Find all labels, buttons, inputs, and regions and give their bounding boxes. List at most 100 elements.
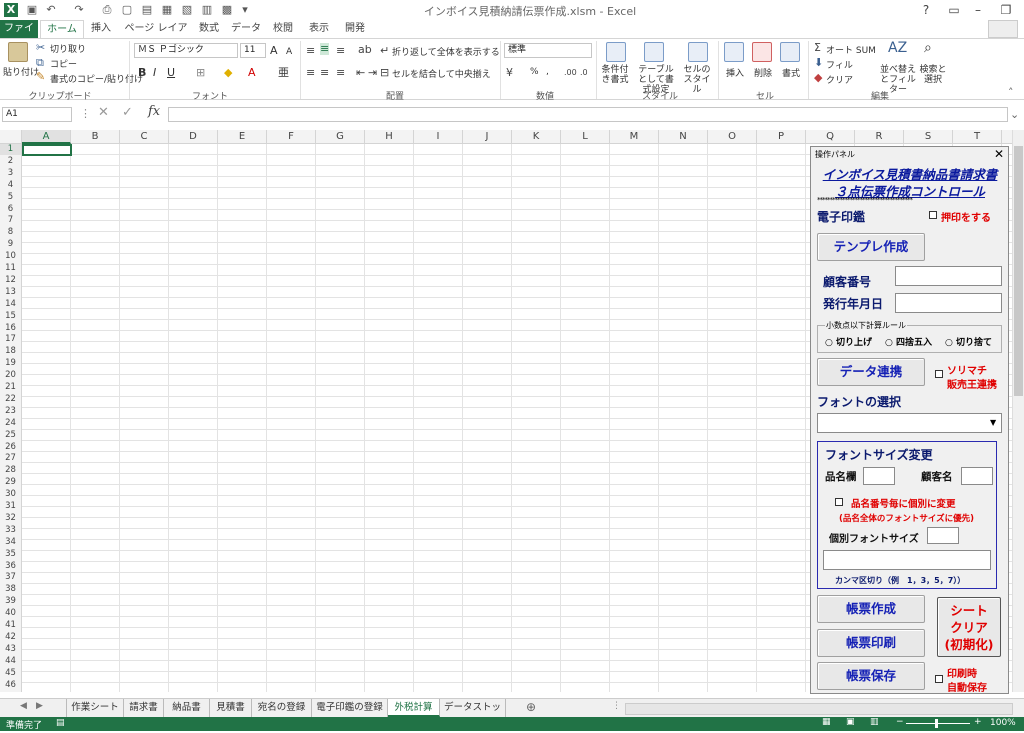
column-header[interactable]: C [120,130,169,144]
row-header[interactable]: 15 [0,311,21,322]
align-center-icon[interactable]: ≡ [320,67,329,79]
decrease-decimal-icon[interactable]: .0 [580,67,588,79]
increase-indent-icon[interactable]: ⇥ [368,67,377,79]
grow-font-icon[interactable]: A [270,45,278,57]
new-icon[interactable]: ▢ [120,3,134,17]
delete-cells-button[interactable]: 削除 [754,66,772,79]
sheet-tab[interactable]: データストック [440,699,506,730]
column-header[interactable]: S [904,130,953,144]
fill-color-icon[interactable]: ◆ [224,67,232,79]
folder-icon[interactable]: ▦ [160,3,174,17]
print-preview-icon[interactable]: ⎙ [100,3,114,17]
row-header[interactable]: 43 [0,644,21,655]
column-header[interactable]: E [218,130,267,144]
normal-view-icon[interactable]: ▦ [822,717,831,727]
column-header[interactable]: L [561,130,610,144]
tab-insert[interactable]: 挿入 [86,20,116,38]
font-name-select[interactable]: ＭＳ Ｐゴシック [134,43,238,58]
copy-doc-icon[interactable]: ▧ [180,3,194,17]
template-create-button[interactable]: テンプレ作成 [817,233,925,261]
stamp-checkbox[interactable] [929,211,937,219]
close-icon[interactable]: ✕ [994,147,1004,161]
row-header[interactable]: 4 [0,180,21,191]
tab-view[interactable]: 表示 [304,20,334,38]
select-all-corner[interactable] [0,130,22,144]
column-header[interactable]: M [610,130,659,144]
tab-data[interactable]: データ [230,20,262,38]
orientation-icon[interactable]: ab [358,44,372,56]
table-icon[interactable]: ▩ [220,3,234,17]
row-header[interactable]: 10 [0,251,21,262]
sheet-tab[interactable]: 見積書 [210,699,252,717]
phonetic-icon[interactable]: 亜 [278,67,289,79]
undo-icon[interactable]: ↶ [44,3,58,17]
paste-button[interactable]: 貼り付け [3,65,39,78]
sheet-clear-button[interactable]: シート クリア (初期化) [937,597,1001,657]
row-header[interactable]: 5 [0,192,21,203]
font-select-dropdown[interactable]: ▼ [817,413,1002,433]
currency-icon[interactable]: ¥ [506,67,513,79]
row-header[interactable]: 27 [0,453,21,464]
form-create-button[interactable]: 帳票作成 [817,595,925,623]
row-header[interactable]: 45 [0,668,21,679]
column-header[interactable]: R [855,130,904,144]
row-header[interactable]: 38 [0,584,21,595]
number-format-select[interactable]: 標準 [504,43,592,58]
copy-button[interactable]: コピー [50,57,77,70]
name-box[interactable]: A1 [2,107,72,122]
underline-icon[interactable]: U [167,67,175,79]
column-header[interactable]: J [463,130,512,144]
row-header[interactable]: 24 [0,418,21,429]
prev-sheet-icon[interactable]: ◀ [20,701,27,711]
page-layout-view-icon[interactable]: ▣ [846,717,855,727]
round-half-radio[interactable]: ○ 四捨五入 [885,335,932,348]
column-header[interactable]: A [22,130,71,144]
round-up-radio[interactable]: ○ 切り上げ [825,335,872,348]
decrease-indent-icon[interactable]: ⇤ [356,67,365,79]
page-break-view-icon[interactable]: ▥ [870,717,879,727]
indiv-size-input[interactable] [927,527,959,544]
paste-icon[interactable] [8,42,28,62]
row-header[interactable]: 39 [0,596,21,607]
column-header[interactable]: B [71,130,120,144]
zoom-slider-thumb[interactable] [935,719,938,728]
row-header[interactable]: 42 [0,632,21,643]
cancel-icon[interactable]: ✕ [98,106,109,119]
comma-button[interactable]: , [546,67,549,77]
row-header[interactable]: 34 [0,537,21,548]
row-header[interactable]: 19 [0,358,21,369]
row-header[interactable]: 26 [0,442,21,453]
autosave-checkbox[interactable] [935,675,943,683]
vertical-scrollbar[interactable] [1012,130,1024,692]
align-middle-icon[interactable]: ≡ [320,43,330,55]
border-icon[interactable]: ⊞ [196,67,205,79]
cut-button[interactable]: 切り取り [50,42,86,55]
zoom-level[interactable]: 100% [990,718,1016,728]
row-header[interactable]: 14 [0,299,21,310]
sorimachi-checkbox[interactable] [935,370,943,378]
customer-name-size-input[interactable] [961,467,993,485]
fill-button[interactable]: フィル [826,58,853,71]
sheet-tab[interactable]: 作業シート [66,699,124,717]
cell-styles-button[interactable]: セルのスタイル [680,65,714,95]
round-down-radio[interactable]: ○ 切り捨て [945,335,992,348]
tab-file[interactable]: ファイル [0,20,38,52]
align-bottom-icon[interactable]: ≡ [336,45,345,57]
row-header[interactable]: 46 [0,680,21,691]
tab-formulas[interactable]: 数式 [194,20,224,38]
hscroll-menu-icon[interactable]: ⋮ [612,701,621,711]
column-header[interactable]: I [414,130,463,144]
italic-icon[interactable]: I [153,67,156,79]
row-header[interactable]: 13 [0,287,21,298]
enter-icon[interactable]: ✓ [122,106,133,119]
scrollbar-thumb[interactable] [1014,146,1023,396]
help-icon[interactable]: ? [912,0,940,20]
row-header[interactable]: 33 [0,525,21,536]
row-header[interactable]: 22 [0,394,21,405]
align-top-icon[interactable]: ≡ [306,45,315,57]
column-header[interactable]: P [757,130,806,144]
insert-cells-button[interactable]: 挿入 [726,66,744,79]
column-header[interactable]: H [365,130,414,144]
column-header[interactable]: T [953,130,1002,144]
row-header[interactable]: 28 [0,465,21,476]
